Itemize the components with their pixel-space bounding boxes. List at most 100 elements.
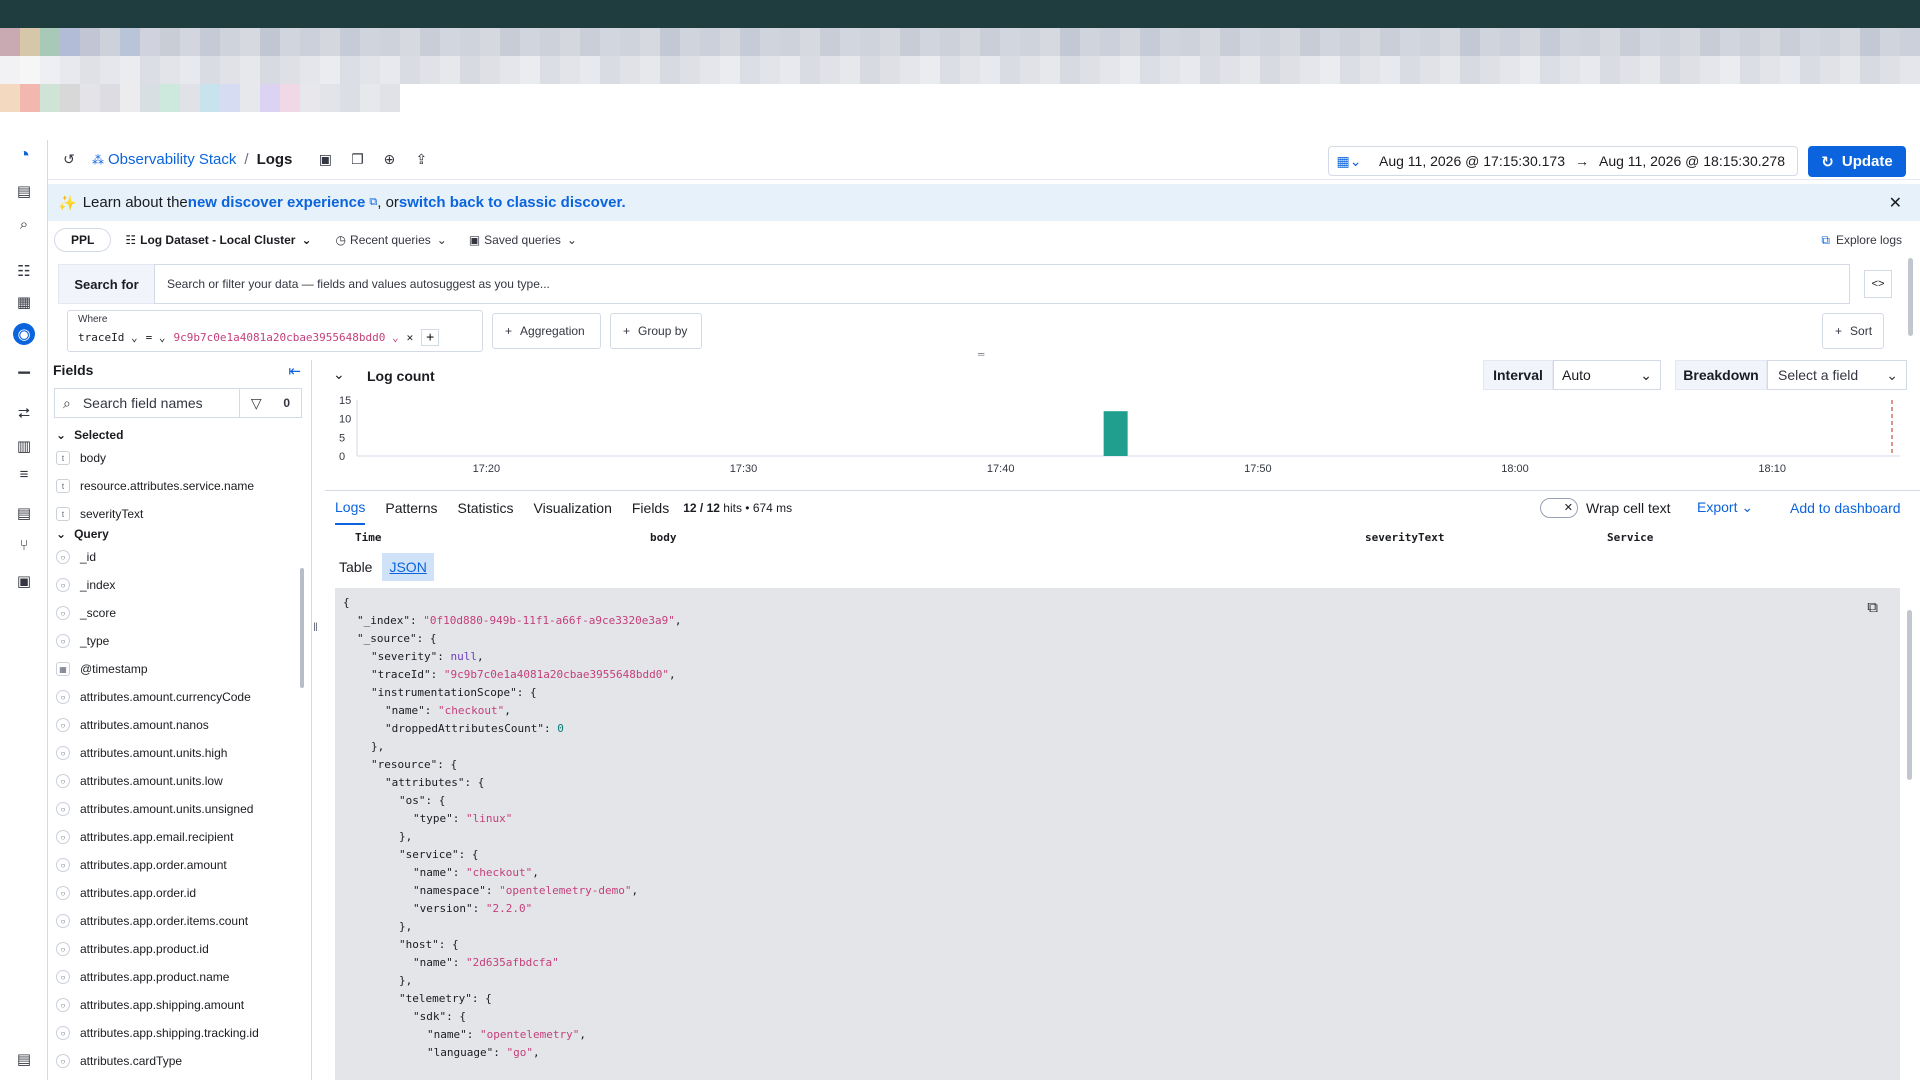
field-item[interactable]: ○ attributes.app.product.name: [56, 968, 229, 986]
field-item[interactable]: ○ attributes.app.shipping.amount: [56, 996, 244, 1014]
classic-discover-link[interactable]: switch back to classic discover.: [399, 194, 626, 211]
field-item[interactable]: ○ attributes.app.order.amount: [56, 856, 227, 874]
language-toggle[interactable]: PPL: [54, 228, 112, 252]
field-item[interactable]: ○ attributes.amount.units.high: [56, 744, 227, 762]
wrap-toggle[interactable]: ✕ Wrap cell text: [1540, 497, 1671, 518]
field-item[interactable]: ○ attributes.app.order.items.count: [56, 912, 248, 930]
field-item[interactable]: ○ attributes.app.product.id: [56, 940, 209, 958]
visualize-icon[interactable]: ▁: [13, 354, 35, 376]
opensearch-logo-icon[interactable]: ◔: [13, 144, 35, 166]
tab-table[interactable]: Table: [333, 559, 378, 575]
new-icon[interactable]: ⊕: [378, 149, 400, 171]
share-icon[interactable]: ⇪: [410, 149, 432, 171]
date-picker[interactable]: ▦⌄ Aug 11, 2026 @ 17:15:30.173 → Aug 11,…: [1328, 146, 1798, 176]
field-filter-button[interactable]: ▽ 0: [239, 389, 301, 417]
toggle-switch[interactable]: ✕: [1540, 497, 1578, 518]
breakdown-select[interactable]: Select a field ⌄: [1767, 360, 1907, 390]
export-button[interactable]: Export ⌄: [1697, 499, 1753, 516]
column-body[interactable]: body: [650, 531, 677, 544]
tab-json[interactable]: JSON: [382, 553, 434, 581]
settings-sliders-icon[interactable]: ≡: [13, 463, 35, 485]
traces-icon[interactable]: ⮂: [13, 402, 35, 424]
close-icon[interactable]: ✕: [1889, 193, 1902, 213]
add-filter-icon[interactable]: +: [421, 329, 440, 346]
dashboards-icon[interactable]: ▦: [13, 291, 35, 313]
remove-filter-icon[interactable]: ✕: [407, 331, 414, 344]
column-severity[interactable]: severityText: [1365, 531, 1444, 544]
where-operator[interactable]: = ⌄: [146, 331, 166, 344]
field-item[interactable]: ○ _type: [56, 632, 109, 650]
where-field[interactable]: traceId ⌄: [78, 331, 138, 344]
pixel-cell: [1460, 56, 1480, 84]
collapse-chart-icon[interactable]: ⌄: [333, 366, 345, 383]
pixel-cell: [360, 84, 380, 112]
code-toggle-icon[interactable]: <>: [1864, 270, 1892, 298]
search-input[interactable]: Search or filter your data — fields and …: [154, 264, 1850, 304]
date-start[interactable]: Aug 11, 2026 @ 17:15:30.173: [1379, 153, 1565, 169]
where-value[interactable]: 9c9b7c0e1a4081a20cbae3955648bdd0 ⌄: [173, 331, 398, 344]
aggregation-button[interactable]: + Aggregation: [492, 313, 601, 349]
field-item[interactable]: ○ attributes.cardType: [56, 1052, 182, 1070]
date-end[interactable]: Aug 11, 2026 @ 18:15:30.278: [1599, 153, 1785, 169]
dataset-selector[interactable]: ☷ Log Dataset - Local Cluster ⌄: [125, 233, 311, 247]
explore-logs-link[interactable]: ⧉ Explore logs: [1821, 233, 1902, 248]
field-section[interactable]: ⌄ Query: [56, 527, 109, 541]
pixel-cell: [340, 28, 360, 56]
stack-icon[interactable]: ▣: [13, 570, 35, 592]
query-scrollbar[interactable]: [1908, 258, 1913, 336]
sidebar-toggle-icon[interactable]: ▤: [13, 180, 35, 202]
field-item[interactable]: ○ _id: [56, 548, 96, 566]
field-item[interactable]: t resource.attributes.service.name: [56, 477, 254, 495]
open-folder-icon[interactable]: ❐: [346, 149, 368, 171]
panel-resize-icon[interactable]: ═: [978, 350, 990, 359]
field-item[interactable]: ○ attributes.app.email.recipient: [56, 828, 233, 846]
tab-visualization[interactable]: Visualization: [534, 491, 612, 525]
field-item[interactable]: ▦ @timestamp: [56, 660, 148, 678]
add-to-dashboard-button[interactable]: Add to dashboard: [1790, 500, 1901, 516]
fields-scrollbar[interactable]: [300, 568, 304, 688]
field-item[interactable]: ○ attributes.app.shipping.tracking.id: [56, 1024, 259, 1042]
field-item[interactable]: ○ _score: [56, 604, 116, 622]
field-section[interactable]: ⌄ Selected: [56, 428, 123, 442]
resize-handle-icon[interactable]: ‖: [313, 620, 321, 640]
saved-queries[interactable]: ▣ Saved queries ⌄: [469, 233, 577, 247]
tab-logs[interactable]: Logs: [335, 491, 366, 525]
update-button[interactable]: ↻ Update: [1808, 146, 1906, 177]
pixel-cell: [1360, 28, 1380, 56]
flows-icon[interactable]: ⑂: [13, 534, 35, 556]
sort-button[interactable]: + Sort: [1822, 313, 1884, 349]
breadcrumb-app[interactable]: Observability Stack: [108, 151, 236, 168]
tab-patterns[interactable]: Patterns: [385, 491, 437, 525]
field-item[interactable]: ○ attributes.app.order.id: [56, 884, 196, 902]
tab-statistics[interactable]: Statistics: [458, 491, 514, 525]
field-item[interactable]: t severityText: [56, 505, 143, 523]
new-discover-link[interactable]: new discover experience: [188, 194, 366, 211]
recent-queries[interactable]: ◷ Recent queries ⌄: [336, 233, 447, 247]
discover-icon[interactable]: ◉: [13, 323, 35, 345]
calendar-icon[interactable]: ▦⌄: [1329, 153, 1369, 170]
field-item[interactable]: ○ attributes.amount.units.unsigned: [56, 800, 253, 818]
field-search-input[interactable]: ⌕ Search field names ▽ 0: [54, 388, 302, 418]
console-icon[interactable]: ▤: [13, 1048, 35, 1070]
field-item[interactable]: t body: [56, 449, 106, 467]
interval-select[interactable]: Auto ⌄: [1553, 360, 1661, 390]
save-icon[interactable]: ▣: [314, 149, 336, 171]
field-item[interactable]: ○ _index: [56, 576, 115, 594]
column-time[interactable]: Time: [355, 531, 382, 544]
tab-fields[interactable]: Fields: [632, 491, 669, 525]
collapse-panel-icon[interactable]: ⇤: [288, 362, 301, 380]
reports-icon[interactable]: ▥: [13, 435, 35, 457]
alerts-icon[interactable]: ☷: [13, 260, 35, 282]
field-item[interactable]: ○ attributes.amount.nanos: [56, 716, 209, 734]
json-line: "droppedAttributesCount": 0: [343, 720, 1892, 738]
json-scrollbar[interactable]: [1907, 610, 1912, 780]
field-item[interactable]: ○ attributes.amount.units.low: [56, 772, 223, 790]
field-item[interactable]: ○ attributes.amount.currencyCode: [56, 688, 251, 706]
group-by-button[interactable]: + Group by: [610, 313, 702, 349]
column-service[interactable]: Service: [1607, 531, 1653, 544]
pixel-cell: [1060, 0, 1080, 28]
history-icon[interactable]: ↺: [58, 149, 80, 171]
notebook-icon[interactable]: ▤: [13, 502, 35, 524]
copy-icon[interactable]: ⧉: [1867, 598, 1878, 616]
search-icon[interactable]: ⌕: [13, 213, 35, 235]
